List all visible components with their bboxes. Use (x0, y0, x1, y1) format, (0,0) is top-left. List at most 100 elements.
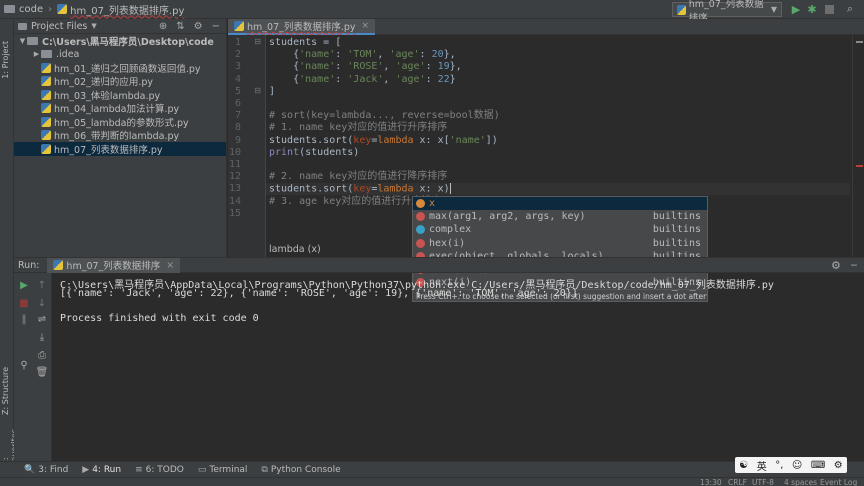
tree-file[interactable]: hm_06_带判断的lambda.py (14, 129, 226, 142)
run-panel-header: Run: hm_07_列表数据排序 × ⚙ − (14, 257, 864, 273)
scroll-up-icon[interactable]: ↑ (36, 279, 48, 291)
completion-item[interactable]: max(arg1, arg2, args, key) builtins (413, 210, 707, 223)
hide-icon[interactable]: − (850, 260, 858, 271)
chevron-down-icon: ▼ (19, 36, 26, 45)
warning-mark[interactable] (856, 41, 863, 43)
bottom-tab[interactable]: ⧉ Python Console (261, 465, 340, 475)
trash-icon[interactable]: 🗑 (36, 366, 49, 378)
stop-icon[interactable]: ■ (18, 297, 30, 309)
line-number: 7 (234, 110, 241, 122)
bottom-tab[interactable]: ▭ Terminal (198, 465, 248, 475)
gear-icon[interactable]: ⚙ (194, 21, 203, 32)
code-line: {'name': 'TOM', 'age': 20}, (269, 49, 456, 61)
tree-item-label: hm_02_递归的应用.py (54, 77, 154, 89)
debug-icon[interactable]: ✱ (806, 3, 818, 16)
run-console[interactable]: C:\Users\黑马程序员\AppData\Local\Programs\Py… (56, 274, 856, 459)
run-tab[interactable]: hm_07_列表数据排序 × (47, 257, 181, 273)
completion-item[interactable]: x (413, 197, 707, 211)
line-number: 15 (228, 207, 241, 219)
breadcrumb-file[interactable]: hm_07_列表数据排序.py (70, 2, 184, 17)
ime-punctuation-icon[interactable]: °, (775, 460, 783, 471)
tree-file[interactable]: hm_04_lambda加法计算.py (14, 102, 226, 115)
close-icon[interactable]: × (166, 260, 174, 271)
tree-folder[interactable]: ▶ .idea (14, 48, 226, 62)
line-separator[interactable]: CRLF (728, 478, 747, 486)
tree-item-label: .idea (56, 48, 80, 60)
tree-root-label: C:\Users\黑马程序员\Desktop\code (42, 36, 214, 48)
bottom-tab[interactable]: ▶ 4: Run (82, 465, 121, 475)
cursor-position[interactable]: 13:30 (700, 478, 722, 486)
pin-icon[interactable]: ⚲ (18, 359, 30, 371)
indent-setting[interactable]: 4 spaces (784, 478, 817, 486)
gear-icon[interactable]: ⚙ (831, 259, 841, 272)
input-method-toolbar[interactable]: ☯ 英 °, ☺ ⌨ ⚙ (735, 457, 847, 473)
hide-icon[interactable]: − (212, 21, 220, 32)
bottom-tab[interactable]: 🔍 3: Find (24, 465, 68, 475)
python-file-icon (41, 76, 51, 87)
collapse-icon[interactable]: ⇅ (176, 21, 184, 32)
tree-file[interactable]: hm_01_递归之回顾函数返回值.py (14, 61, 226, 75)
search-everywhere-icon[interactable]: ⌕ (844, 2, 856, 15)
tree-root[interactable]: ▼ C:\Users\黑马程序员\Desktop\code (14, 34, 226, 48)
text-cursor (449, 183, 451, 195)
run-label: Run: (18, 259, 40, 271)
stop-icon[interactable] (823, 3, 835, 15)
tree-file[interactable]: hm_05_lambda的参数形式.py (14, 115, 226, 129)
bottom-tab-glyph: 🔍 (24, 464, 36, 475)
editor-tab[interactable]: hm_07_列表数据排序.py × (228, 19, 376, 35)
completion-item[interactable]: complex builtins (413, 223, 707, 236)
tool-tab-project[interactable]: 1: Project (1, 41, 10, 79)
ime-smile-icon[interactable]: ☺ (792, 460, 802, 471)
fold-icon[interactable]: ⊟ (254, 86, 261, 95)
tool-tab-structure[interactable]: Z: Structure (1, 367, 10, 415)
pause-icon[interactable]: ‖ (18, 313, 30, 325)
line-number: 1 (234, 37, 241, 48)
tree-item-label: hm_01_递归之回顾函数返回值.py (54, 63, 201, 75)
tree-file[interactable]: hm_02_递归的应用.py (14, 75, 226, 89)
error-mark[interactable] (856, 165, 863, 167)
python-file-icon (41, 89, 51, 100)
completion-item-source: builtins (652, 211, 701, 223)
param-icon (416, 199, 425, 209)
scroll-to-end-icon[interactable]: ⤓ (36, 331, 48, 343)
ime-keyboard-icon[interactable]: ⌨ (811, 460, 825, 471)
project-panel: Project Files ▼ ⊕ ⇅ ⚙ − ▼ C:\Users\黑马程序员… (14, 19, 227, 257)
line-number: 12 (228, 171, 241, 183)
folder-icon (41, 50, 52, 59)
python-file-icon (53, 260, 64, 270)
tree-file[interactable]: hm_03_体验lambda.py (14, 88, 226, 102)
breadcrumb-project[interactable]: code (19, 4, 43, 15)
status-bar: 13:30 CRLF UTF-8 4 spaces Event Log (0, 477, 864, 486)
locate-icon[interactable]: ⊕ (159, 21, 167, 32)
print-icon[interactable]: ⎙ (36, 349, 48, 361)
event-log[interactable]: Event Log (820, 478, 857, 486)
line-number: 6 (234, 98, 241, 109)
line-number: 3 (234, 61, 241, 73)
run-icon[interactable]: ▶ (790, 3, 802, 16)
completion-item-source: builtins (652, 237, 701, 249)
left-tool-strip: 1: Project Z: Structure 2: Favorites (0, 19, 19, 465)
bottom-tab-label: Terminal (209, 464, 248, 475)
ime-mode-icon[interactable]: ☯ (739, 460, 748, 471)
completion-item-text: hex(i) (429, 237, 466, 249)
fold-icon[interactable]: ⊟ (254, 37, 261, 46)
project-view-select[interactable]: Project Files (31, 21, 87, 32)
tree-file[interactable]: hm_07_列表数据排序.py (14, 142, 226, 156)
rerun-icon[interactable]: ▶ (18, 279, 30, 291)
function-icon (416, 238, 425, 248)
code-line: {'name': 'ROSE', 'age': 19}, (269, 61, 462, 73)
code-line: students.sort(key=lambda x: x) (269, 183, 451, 195)
file-encoding[interactable]: UTF-8 (752, 478, 774, 486)
scroll-down-icon[interactable]: ↓ (36, 297, 48, 309)
ime-settings-icon[interactable]: ⚙ (834, 460, 843, 471)
code-line: # sort(key=lambda..., reverse=bool数据) (269, 110, 500, 122)
bottom-tab[interactable]: ≡ 6: TODO (135, 465, 184, 475)
bottom-tab-label: 4: Run (92, 464, 122, 475)
python-file-icon (41, 143, 51, 154)
ime-language[interactable]: 英 (757, 458, 767, 473)
completion-item[interactable]: hex(i) builtins (413, 237, 707, 250)
chevron-down-icon[interactable]: ▼ (91, 22, 96, 30)
run-configuration-select[interactable]: hm_07_列表数据排序 ▼ (672, 0, 782, 24)
close-icon[interactable]: × (362, 21, 370, 31)
soft-wrap-icon[interactable]: ⇌ (36, 313, 48, 325)
